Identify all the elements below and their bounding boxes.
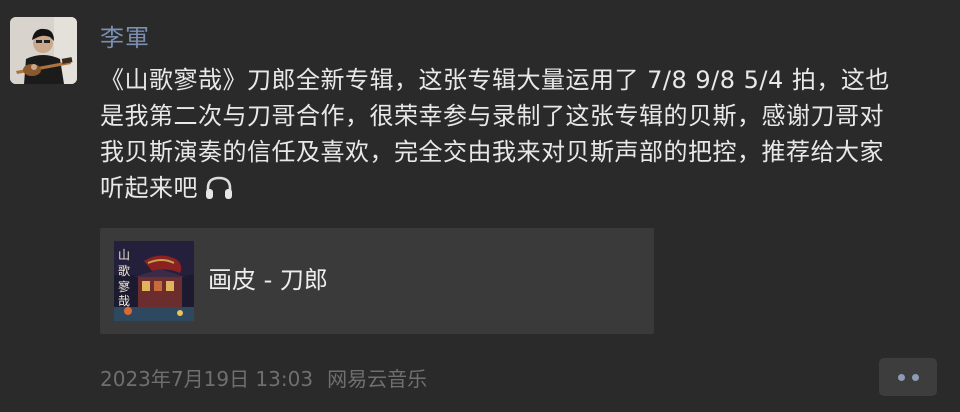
post-timestamp: 2023年7月19日 13:03: [100, 367, 314, 391]
post-meta: 2023年7月19日 13:03 网易云音乐: [100, 365, 427, 393]
post-content-last-line: 听起来吧: [100, 170, 950, 206]
svg-text:寥: 寥: [118, 279, 130, 294]
more-options-button[interactable]: [879, 358, 937, 396]
svg-text:哉: 哉: [118, 293, 130, 308]
post-content-line: 听起来吧: [100, 174, 198, 202]
svg-text:山: 山: [118, 248, 130, 262]
moment-post: 李軍 《山歌寥哉》刀郎全新专辑，这张专辑大量运用了 7/8 9/8 5/4 拍，…: [0, 0, 960, 412]
avatar-photo: [10, 17, 77, 84]
more-dots-icon: [911, 373, 919, 381]
more-dots-icon: [897, 373, 905, 381]
post-content-line: 是我第二次与刀哥合作，很荣幸参与录制了这张专辑的贝斯，感谢刀哥对: [100, 102, 884, 130]
post-content-line: 《山歌寥哉》刀郎全新专辑，这张专辑大量运用了 7/8 9/8 5/4 拍，这也: [100, 66, 890, 94]
music-share-card[interactable]: 山 歌 寥 哉 画皮 - 刀郎: [100, 228, 654, 334]
headphones-icon: [204, 175, 234, 201]
post-source[interactable]: 网易云音乐: [327, 367, 427, 391]
music-title: 画皮 - 刀郎: [208, 266, 328, 294]
post-content-line: 我贝斯演奏的信任及喜欢，完全交由我来对贝斯声部的把控，推荐给大家: [100, 138, 884, 166]
post-content: 《山歌寥哉》刀郎全新专辑，这张专辑大量运用了 7/8 9/8 5/4 拍，这也 …: [100, 62, 950, 206]
svg-text:歌: 歌: [118, 263, 130, 278]
author-name[interactable]: 李軍: [100, 22, 150, 54]
avatar[interactable]: [10, 17, 77, 84]
album-cover-image: 山 歌 寥 哉: [114, 241, 194, 321]
